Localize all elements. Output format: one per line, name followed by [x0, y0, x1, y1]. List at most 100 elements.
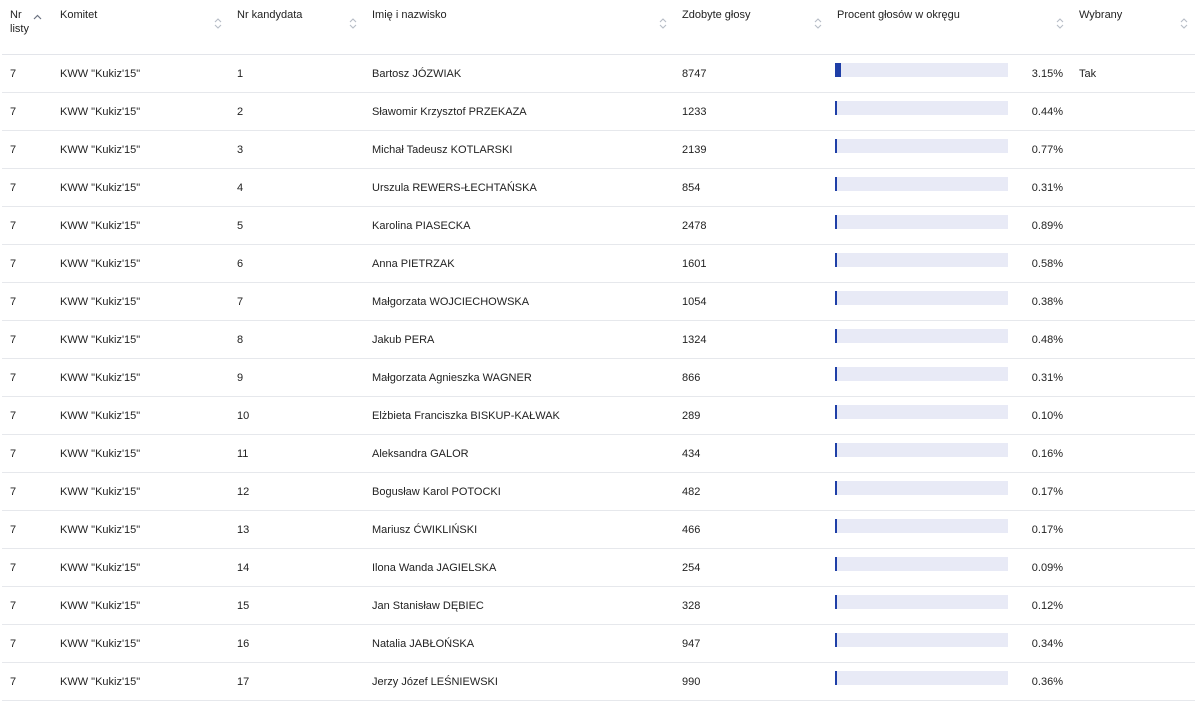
table-row: 7 KWW "Kukiz'15" 17 Jerzy Józef LEŚNIEWS…	[2, 662, 1195, 701]
cell-candidate-number: 17	[229, 662, 364, 701]
percent-value: 0.48%	[1031, 333, 1063, 346]
sort-ascending-icon[interactable]	[32, 10, 42, 24]
percent-indicator: 0.77%	[835, 138, 1063, 156]
cell-candidate-number: 6	[229, 244, 364, 283]
column-header-committee[interactable]: Komitet	[52, 0, 229, 55]
column-header-candidate-number[interactable]: Nr kandydata	[229, 0, 364, 55]
cell-committee: KWW "Kukiz'15"	[52, 168, 229, 207]
cell-percent: 3.15%	[829, 54, 1071, 93]
cell-candidate-name: Anna PIETRZAK	[364, 244, 674, 283]
cell-committee: KWW "Kukiz'15"	[52, 130, 229, 169]
sort-icon[interactable]	[348, 16, 358, 30]
percent-bar-track	[835, 328, 1008, 343]
table-row: 7 KWW "Kukiz'15" 16 Natalia JABŁOŃSKA 94…	[2, 624, 1195, 663]
cell-elected	[1071, 282, 1195, 321]
cell-elected	[1071, 358, 1195, 397]
column-header-name[interactable]: Imię i nazwisko	[364, 0, 674, 55]
percent-bar-track	[835, 670, 1008, 685]
sort-icon[interactable]	[1179, 16, 1189, 30]
percent-bar-fill	[835, 442, 837, 457]
percent-value: 0.44%	[1031, 105, 1063, 118]
cell-percent: 0.31%	[829, 358, 1071, 397]
cell-percent: 0.89%	[829, 206, 1071, 245]
cell-candidate-number: 5	[229, 206, 364, 245]
table-row: 7 KWW "Kukiz'15" 1 Bartosz JÓZWIAK 8747 …	[2, 54, 1195, 93]
sort-icon[interactable]	[813, 16, 823, 30]
cell-list-number: 7	[2, 358, 52, 397]
column-header-votes[interactable]: Zdobyte głosy	[674, 0, 829, 55]
cell-candidate-number: 15	[229, 586, 364, 625]
column-header-percent[interactable]: Procent głosów w okręgu	[829, 0, 1071, 55]
cell-candidate-name: Jerzy Józef LEŚNIEWSKI	[364, 662, 674, 701]
cell-committee: KWW "Kukiz'15"	[52, 358, 229, 397]
cell-candidate-name: Sławomir Krzysztof PRZEKAZA	[364, 92, 674, 131]
cell-candidate-name: Bartosz JÓZWIAK	[364, 54, 674, 93]
cell-elected	[1071, 586, 1195, 625]
cell-candidate-name: Aleksandra GALOR	[364, 434, 674, 473]
percent-value: 0.16%	[1031, 447, 1063, 460]
cell-candidate-number: 8	[229, 320, 364, 359]
percent-bar-fill	[835, 556, 837, 571]
cell-committee: KWW "Kukiz'15"	[52, 92, 229, 131]
cell-candidate-name: Małgorzata WOJCIECHOWSKA	[364, 282, 674, 321]
cell-committee: KWW "Kukiz'15"	[52, 510, 229, 549]
cell-candidate-number: 14	[229, 548, 364, 587]
cell-elected	[1071, 434, 1195, 473]
percent-value: 0.31%	[1031, 181, 1063, 194]
percent-bar-fill	[835, 252, 837, 267]
table-row: 7 KWW "Kukiz'15" 15 Jan Stanisław DĘBIEC…	[2, 586, 1195, 625]
cell-candidate-number: 7	[229, 282, 364, 321]
cell-votes: 2139	[674, 130, 829, 169]
cell-elected	[1071, 92, 1195, 131]
cell-list-number: 7	[2, 206, 52, 245]
percent-value: 0.77%	[1031, 143, 1063, 156]
percent-bar-fill	[835, 290, 837, 305]
percent-bar-fill	[835, 138, 837, 153]
cell-elected: Tak	[1071, 54, 1195, 93]
cell-elected	[1071, 168, 1195, 207]
cell-list-number: 7	[2, 434, 52, 473]
percent-indicator: 0.17%	[835, 518, 1063, 536]
cell-elected	[1071, 130, 1195, 169]
cell-percent: 0.16%	[829, 434, 1071, 473]
percent-indicator: 3.15%	[835, 62, 1063, 80]
cell-votes: 1601	[674, 244, 829, 283]
cell-list-number: 7	[2, 244, 52, 283]
percent-bar-track	[835, 214, 1008, 229]
percent-indicator: 0.58%	[835, 252, 1063, 270]
cell-votes: 990	[674, 662, 829, 701]
percent-bar-fill	[835, 518, 837, 533]
column-header-label: Imię i nazwisko	[372, 9, 447, 21]
cell-committee: KWW "Kukiz'15"	[52, 472, 229, 511]
cell-candidate-number: 2	[229, 92, 364, 131]
column-header-elected[interactable]: Wybrany	[1071, 0, 1195, 55]
percent-value: 0.34%	[1031, 637, 1063, 650]
percent-indicator: 0.48%	[835, 328, 1063, 346]
percent-bar-track	[835, 594, 1008, 609]
sort-icon[interactable]	[1055, 16, 1065, 30]
cell-percent: 0.48%	[829, 320, 1071, 359]
percent-indicator: 0.17%	[835, 480, 1063, 498]
cell-committee: KWW "Kukiz'15"	[52, 548, 229, 587]
table-row: 7 KWW "Kukiz'15" 11 Aleksandra GALOR 434…	[2, 434, 1195, 473]
cell-votes: 866	[674, 358, 829, 397]
cell-list-number: 7	[2, 396, 52, 435]
sort-icon[interactable]	[658, 16, 668, 30]
table-row: 7 KWW "Kukiz'15" 8 Jakub PERA 1324 0.48%	[2, 320, 1195, 359]
sort-icon[interactable]	[213, 16, 223, 30]
cell-committee: KWW "Kukiz'15"	[52, 586, 229, 625]
cell-votes: 482	[674, 472, 829, 511]
cell-votes: 8747	[674, 54, 829, 93]
cell-percent: 0.31%	[829, 168, 1071, 207]
percent-bar-fill	[835, 328, 837, 343]
column-header-list[interactable]: Nr listy	[2, 0, 52, 55]
table-row: 7 KWW "Kukiz'15" 13 Mariusz ĆWIKLIŃSKI 4…	[2, 510, 1195, 549]
percent-value: 0.10%	[1031, 409, 1063, 422]
cell-list-number: 7	[2, 320, 52, 359]
cell-list-number: 7	[2, 510, 52, 549]
percent-bar-track	[835, 100, 1008, 115]
cell-elected	[1071, 396, 1195, 435]
table-row: 7 KWW "Kukiz'15" 7 Małgorzata WOJCIECHOW…	[2, 282, 1195, 321]
cell-candidate-number: 3	[229, 130, 364, 169]
cell-percent: 0.58%	[829, 244, 1071, 283]
